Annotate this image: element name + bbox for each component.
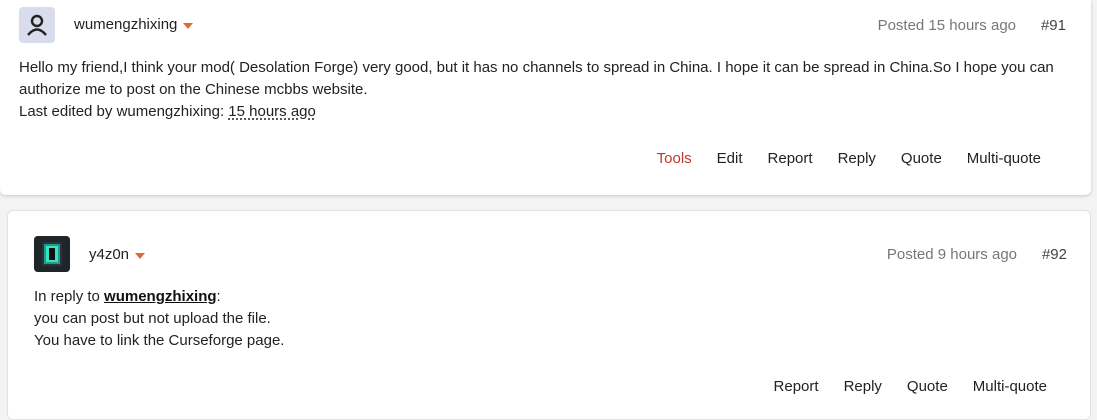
author-name[interactable]: wumengzhixing: [74, 16, 177, 33]
author-name[interactable]: y4z0n: [89, 246, 129, 263]
reply-prefix: In reply to: [34, 288, 105, 305]
post-actions: Tools Edit Report Reply Quote Multi-quot…: [632, 150, 1041, 167]
edit-button[interactable]: Edit: [717, 150, 743, 167]
body-line: authorize me to post on the Chinese mcbb…: [19, 81, 368, 98]
reply-button[interactable]: Reply: [838, 150, 876, 167]
edited-prefix: Last edited by wumengzhixing:: [19, 103, 229, 120]
eye-avatar-icon: [34, 236, 70, 272]
post-timestamp[interactable]: Posted 9 hours ago: [887, 246, 1017, 263]
edited-time: 15 hours ago: [228, 103, 316, 120]
reply-user-link[interactable]: wumengzhixing: [104, 288, 217, 305]
post-actions: Report Reply Quote Multi-quote: [749, 378, 1047, 395]
caret-down-icon[interactable]: [135, 252, 146, 259]
multi-quote-button[interactable]: Multi-quote: [967, 150, 1041, 167]
report-button[interactable]: Report: [774, 378, 819, 395]
edited-note: Last edited by wumengzhixing: 15 hours a…: [19, 101, 1069, 123]
post-timestamp[interactable]: Posted 15 hours ago: [878, 17, 1016, 34]
report-button[interactable]: Report: [768, 150, 813, 167]
multi-quote-button[interactable]: Multi-quote: [973, 378, 1047, 395]
reply-reference: In reply to wumengzhixing:: [34, 286, 1074, 308]
author-menu[interactable]: wumengzhixing: [74, 16, 194, 33]
caret-down-icon[interactable]: [183, 22, 194, 29]
quote-button[interactable]: Quote: [901, 150, 942, 167]
comment-post: wumengzhixing Posted 15 hours ago #91 He…: [0, 0, 1091, 195]
tools-button[interactable]: Tools: [657, 150, 692, 167]
user-icon: [27, 14, 47, 36]
avatar[interactable]: [19, 7, 55, 43]
post-body: Hello my friend,I think your mod( Desola…: [19, 57, 1069, 123]
reply-button[interactable]: Reply: [844, 378, 882, 395]
author-menu[interactable]: y4z0n: [89, 246, 146, 263]
body-line: you can post but not upload the file.: [34, 310, 271, 327]
body-line: You have to link the Curseforge page.: [34, 332, 285, 349]
avatar[interactable]: [34, 236, 70, 272]
quote-button[interactable]: Quote: [907, 378, 948, 395]
post-body: In reply to wumengzhixing: you can post …: [34, 286, 1074, 352]
reply-suffix: :: [216, 288, 221, 305]
post-number[interactable]: #91: [1041, 17, 1066, 34]
body-line: Hello my friend,I think your mod( Desola…: [19, 59, 1054, 76]
comment-post: y4z0n Posted 9 hours ago #92 In reply to…: [7, 210, 1091, 420]
post-number[interactable]: #92: [1042, 246, 1067, 263]
